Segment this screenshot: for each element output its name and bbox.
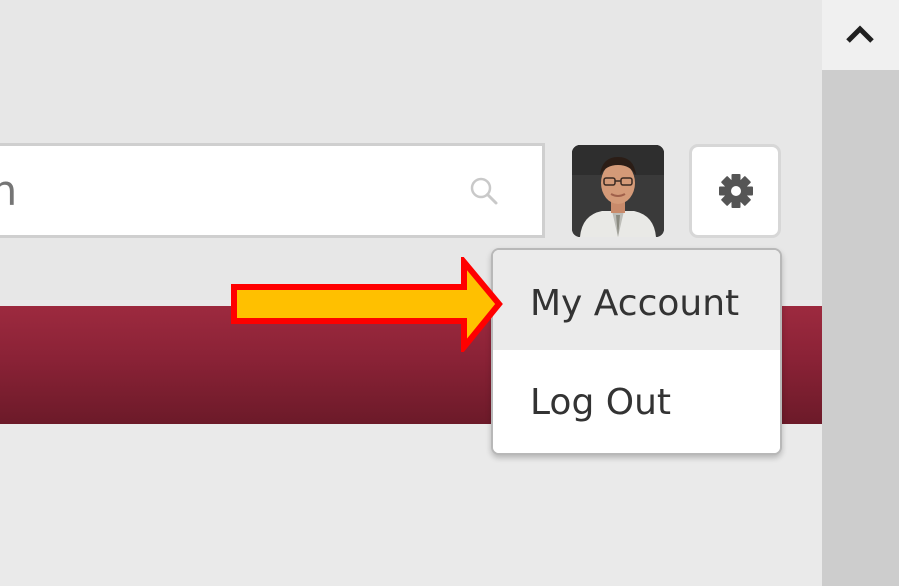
search-box[interactable]: [0, 143, 545, 238]
avatar[interactable]: [572, 145, 664, 237]
menu-item-my-account[interactable]: My Account: [493, 250, 780, 350]
search-icon[interactable]: [469, 176, 499, 206]
menu-item-log-out[interactable]: Log Out: [493, 350, 780, 453]
chevron-up-icon: [846, 25, 874, 43]
search-input[interactable]: [0, 146, 433, 235]
gear-icon: [719, 174, 753, 208]
scroll-up-button[interactable]: [822, 0, 899, 70]
vertical-scrollbar[interactable]: [822, 0, 899, 586]
settings-button[interactable]: [689, 144, 781, 238]
user-avatar-photo: [572, 145, 664, 237]
user-dropdown-menu: My Account Log Out: [491, 248, 782, 455]
arrow-right-icon: [231, 257, 503, 352]
